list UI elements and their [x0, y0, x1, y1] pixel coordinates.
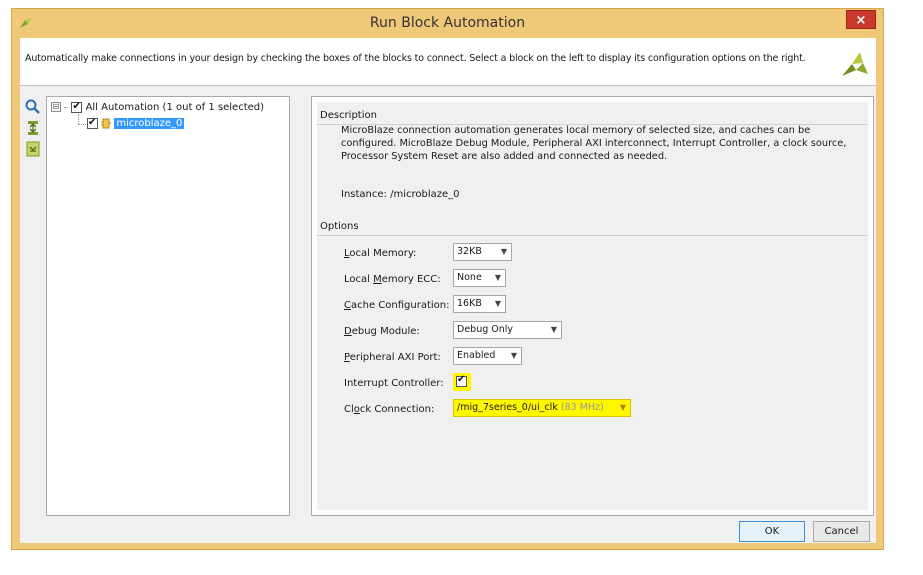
dialog-body: Automatically make connections in your d… [20, 38, 876, 543]
config-panel-content: Description MicroBlaze connection automa… [317, 102, 868, 510]
search-icon[interactable] [24, 98, 42, 116]
banner-text: Automatically make connections in your d… [25, 53, 806, 64]
expand-all-icon[interactable] [24, 119, 42, 137]
tree-item-label: microblaze_0 [114, 118, 185, 129]
interrupt-controller-highlight [453, 373, 471, 391]
tree-item-microblaze[interactable]: microblaze_0 [87, 116, 185, 131]
dialog-window: Run Block Automation × Automatically mak… [11, 8, 884, 550]
local-memory-ecc-label: Local Memory ECC: [344, 274, 441, 285]
ok-button[interactable]: OK [739, 521, 805, 542]
tree-item-all-automation[interactable]: ⊟ All Automation (1 out of 1 selected) [51, 100, 265, 115]
tree-item-label: All Automation (1 out of 1 selected) [85, 102, 265, 113]
tree-connector [78, 124, 86, 125]
interrupt-controller-checkbox[interactable] [456, 374, 467, 387]
microblaze-checkbox[interactable] [87, 116, 98, 130]
instance-path: Instance: /microblaze_0 [341, 189, 460, 200]
clock-connection-select[interactable]: /mig_7series_0/ui_clk (83 MHz) ▼ [453, 399, 631, 417]
ip-block-icon [101, 118, 112, 128]
tree-toolbar [24, 98, 46, 161]
config-panel: Description MicroBlaze connection automa… [311, 96, 874, 516]
close-button[interactable]: × [846, 10, 876, 29]
chevron-down-icon: ▼ [510, 351, 517, 360]
chevron-down-icon: ▼ [494, 273, 501, 282]
divider [317, 235, 868, 236]
local-memory-select[interactable]: 32KB ▼ [453, 243, 512, 261]
local-memory-ecc-select[interactable]: None ▼ [453, 269, 506, 287]
peripheral-axi-port-label: Peripheral AXI Port: [344, 352, 441, 363]
peripheral-axi-port-value: Enabled [457, 350, 496, 361]
debug-module-label: Debug Module: [344, 326, 420, 337]
local-memory-ecc-value: None [457, 272, 482, 283]
cache-configuration-select[interactable]: 16KB ▼ [453, 295, 506, 313]
cache-configuration-value: 16KB [457, 298, 482, 309]
chevron-down-icon: ▼ [494, 299, 501, 308]
vivado-logo-icon [842, 52, 868, 76]
options-heading: Options [320, 221, 359, 232]
automation-tree: ⊟ All Automation (1 out of 1 selected) m… [46, 96, 290, 516]
collapse-all-icon[interactable] [24, 140, 42, 158]
cache-configuration-label: Cache Configuration: [344, 300, 450, 311]
chevron-down-icon: ▼ [500, 247, 507, 256]
collapse-toggle-icon[interactable]: ⊟ [51, 102, 61, 112]
chevron-down-icon: ▼ [619, 403, 626, 412]
clock-connection-label: Clock Connection: [344, 404, 435, 415]
clock-frequency: (83 MHz) [560, 402, 604, 413]
all-automation-checkbox[interactable] [71, 100, 83, 114]
window-title: Run Block Automation [369, 15, 526, 31]
debug-module-select[interactable]: Debug Only ▼ [453, 321, 562, 339]
interrupt-controller-label: Interrupt Controller: [344, 378, 444, 389]
title-bar[interactable]: Run Block Automation × [12, 9, 883, 38]
tree-connector [78, 114, 80, 124]
description-heading: Description [320, 110, 377, 121]
local-memory-label: Local Memory: [344, 248, 417, 259]
header-banner: Automatically make connections in your d… [20, 38, 876, 86]
cancel-button[interactable]: Cancel [813, 521, 870, 542]
description-text: MicroBlaze connection automation generat… [341, 125, 847, 162]
local-memory-value: 32KB [457, 246, 482, 257]
clock-connection-value: /mig_7series_0/ui_clk [457, 402, 558, 413]
debug-module-value: Debug Only [457, 324, 514, 335]
chevron-down-icon: ▼ [550, 325, 557, 334]
peripheral-axi-port-select[interactable]: Enabled ▼ [453, 347, 522, 365]
